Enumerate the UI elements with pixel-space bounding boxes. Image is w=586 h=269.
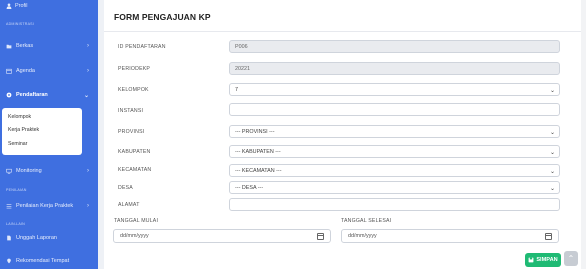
kecamatan-label: KECAMATAN [118, 167, 152, 173]
main-panel: FORM PENGAJUAN KP ID PENDAFTARAN P006 PE… [104, 0, 586, 269]
sidebar-item-penilaian-kp[interactable]: Penilaian Kerja Praktek › [0, 198, 98, 214]
instansi-label: INSTANSI [118, 108, 144, 114]
sidebar-item-pendaftaran[interactable]: Pendaftaran ⌄ [0, 87, 98, 103]
id-pendaftaran-field: P006 [229, 40, 560, 53]
sidebar-section-administrasi: ADMINISTRASI [6, 22, 34, 26]
chevron-right-icon: › [87, 43, 89, 49]
submenu-item-seminar[interactable]: Seminar [8, 141, 27, 147]
kabupaten-select[interactable]: --- KABUPATEN --- ⌄ [229, 145, 560, 158]
chevron-up-icon: ⌃ [567, 254, 575, 263]
sidebar: Profil ADMINISTRASI Berkas › Agenda › Pe… [0, 0, 98, 269]
chevron-right-icon: › [87, 68, 89, 74]
sidebar-section-penilaian: PENILAIAN [6, 188, 27, 192]
page-title: FORM PENGAJUAN KP [114, 12, 211, 22]
chevron-down-icon: ⌄ [549, 169, 555, 175]
chevron-down-icon: ⌄ [549, 186, 555, 192]
instansi-input[interactable] [229, 103, 560, 116]
calendar-icon[interactable] [317, 233, 324, 240]
chevron-right-icon: › [87, 203, 89, 209]
sidebar-item-pendaftaran-label: Pendaftaran [16, 92, 48, 98]
pendaftaran-submenu: Kelompok Kerja Praktek Seminar [2, 108, 82, 155]
user-icon [6, 3, 12, 9]
periode-field: 20221 [229, 62, 560, 75]
sidebar-item-agenda[interactable]: Agenda › [0, 63, 98, 79]
title-divider [104, 31, 586, 32]
alamat-label: ALAMAT [118, 202, 140, 208]
kecamatan-value: --- KECAMATAN --- [235, 167, 282, 174]
tanggal-mulai-placeholder: dd/mm/yyyy [120, 233, 149, 239]
desa-select[interactable]: --- DESA --- ⌄ [229, 181, 560, 194]
tanggal-selesai-placeholder: dd/mm/yyyy [348, 233, 377, 239]
folder-icon [6, 44, 12, 49]
id-pendaftaran-value: P006 [235, 43, 248, 50]
kelompok-label: KELOMPOK [118, 87, 149, 93]
document-icon [7, 235, 11, 241]
monitor-icon [6, 168, 12, 174]
submenu-item-kelompok[interactable]: Kelompok [8, 114, 31, 120]
sidebar-item-agenda-label: Agenda [16, 68, 35, 74]
floppy-disk-icon [528, 257, 534, 263]
submenu-item-kerja-praktek[interactable]: Kerja Praktek [8, 127, 39, 133]
calendar-icon[interactable] [545, 233, 552, 240]
sidebar-section-lain: LAIN-LAIN [6, 222, 25, 226]
alamat-input[interactable] [229, 198, 560, 211]
sidebar-item-berkas[interactable]: Berkas › [0, 38, 98, 54]
scroll-to-top-button[interactable]: ⌃ [564, 251, 578, 266]
kabupaten-value: --- KABUPATEN --- [235, 148, 281, 155]
sidebar-item-monitoring-label: Monitoring [16, 168, 42, 174]
sidebar-profile[interactable]: Profil [6, 3, 28, 9]
tanggal-selesai-label: TANGGAL SELESAI [341, 218, 392, 224]
sidebar-item-rekomendasi[interactable]: Rekomendasi Tempat [0, 253, 98, 269]
provinsi-value: --- PROVINSI --- [235, 128, 275, 135]
sidebar-item-monitoring[interactable]: Monitoring › [0, 163, 98, 179]
agenda-icon [6, 68, 12, 74]
location-icon [7, 258, 11, 264]
periode-value: 20221 [235, 65, 250, 72]
kelompok-select[interactable]: 7 ⌄ [229, 83, 560, 96]
sidebar-item-penilaian-kp-label: Penilaian Kerja Praktek [16, 203, 74, 209]
chevron-down-icon: ⌄ [549, 88, 555, 94]
kecamatan-select[interactable]: --- KECAMATAN --- ⌄ [229, 164, 560, 177]
tanggal-mulai-input[interactable]: dd/mm/yyyy [113, 229, 331, 243]
kabupaten-label: KABUPATEN [118, 149, 151, 155]
sidebar-item-berkas-label: Berkas [16, 43, 34, 49]
tanggal-selesai-input[interactable]: dd/mm/yyyy [341, 229, 559, 243]
id-pendaftaran-label: ID PENDAFTARAN [118, 44, 166, 50]
save-button-label: SIMPAN [536, 257, 558, 263]
chevron-down-icon: ⌄ [83, 92, 89, 99]
save-button[interactable]: SIMPAN [525, 253, 561, 267]
scrollbar[interactable] [581, 0, 586, 269]
chevron-down-icon: ⌄ [549, 130, 555, 136]
desa-value: --- DESA --- [235, 184, 264, 191]
sidebar-item-unggah-laporan-label: Unggah Laporan [16, 235, 57, 241]
circle-icon [6, 92, 12, 98]
sidebar-item-rekomendasi-label: Rekomendasi Tempat [16, 258, 70, 264]
sidebar-item-unggah-laporan[interactable]: Unggah Laporan [0, 230, 98, 246]
kelompok-value: 7 [235, 86, 238, 93]
sidebar-profile-label: Profil [15, 3, 28, 9]
desa-label: DESA [118, 185, 133, 191]
tanggal-mulai-label: TANGGAL MULAI [114, 218, 159, 224]
periode-label: PERIODEKP [118, 66, 151, 72]
provinsi-select[interactable]: --- PROVINSI --- ⌄ [229, 125, 560, 138]
chevron-right-icon: › [87, 168, 89, 174]
provinsi-label: PROVINSI [118, 129, 145, 135]
list-icon [6, 204, 12, 209]
chevron-down-icon: ⌄ [549, 150, 555, 156]
